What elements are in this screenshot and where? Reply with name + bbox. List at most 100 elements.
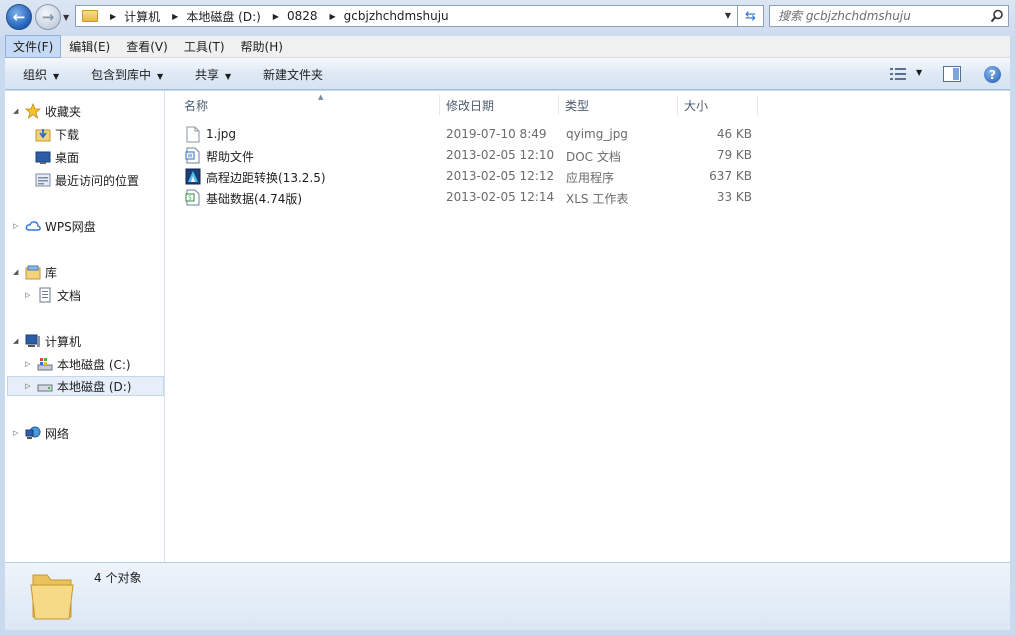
navigation-pane: ◢ 收藏夹 下载 桌面 最近访问的位置 ▷ WPS网盘 ◢ 库 ▷ 文档 ◢ 计… <box>5 91 165 562</box>
svg-text:S: S <box>188 196 191 202</box>
collapsed-icon[interactable]: ▷ <box>13 429 21 437</box>
file-type: 应用程序 <box>566 171 615 185</box>
preview-pane-icon[interactable] <box>943 66 961 82</box>
include-in-library-button[interactable]: 包含到库中 ▼ <box>91 66 163 83</box>
nav-computer[interactable]: ◢ 计算机 <box>13 331 81 351</box>
view-options-icon[interactable] <box>889 67 907 81</box>
menu-edit[interactable]: 编辑(E) <box>61 35 118 58</box>
file-name: 高程边距转换(13.2.5) <box>206 171 326 185</box>
column-header-type[interactable]: 类型 <box>559 95 678 115</box>
collapsed-icon[interactable]: ▷ <box>25 291 33 299</box>
nav-network[interactable]: ▷ 网络 <box>13 423 69 443</box>
content-area: ◢ 收藏夹 下载 桌面 最近访问的位置 ▷ WPS网盘 ◢ 库 ▷ 文档 ◢ 计… <box>5 91 1010 562</box>
file-size: 46 KB <box>716 127 752 141</box>
folder-icon <box>30 574 74 620</box>
drive-icon <box>37 384 53 392</box>
svg-text:W: W <box>188 154 193 160</box>
file-size: 79 KB <box>716 148 752 162</box>
help-icon[interactable]: ? <box>984 66 1001 83</box>
address-input[interactable]: ▶ 计算机 ▶ 本地磁盘 (D:) ▶ 0828 ▶ gcbjzhchdmshuju ▼ <box>75 5 738 27</box>
view-dropdown[interactable]: ▼ <box>916 68 922 77</box>
menu-file[interactable]: 文件(F) <box>5 35 62 58</box>
network-icon <box>25 426 41 439</box>
nav-drive-c[interactable]: ▷ 本地磁盘 (C:) <box>25 354 131 374</box>
column-header-date[interactable]: 修改日期 <box>440 95 559 115</box>
column-header-size[interactable]: 大小 <box>678 95 758 115</box>
column-header-name[interactable]: 名称 ▲ <box>178 93 440 115</box>
refresh-button[interactable]: ⇆ <box>738 5 764 27</box>
file-name: 1.jpg <box>206 127 237 141</box>
address-history-dropdown[interactable]: ▼ <box>725 11 731 20</box>
app-icon <box>185 168 201 185</box>
file-type: XLS 工作表 <box>566 192 629 206</box>
menu-tools[interactable]: 工具(T) <box>176 35 233 58</box>
item-count: 4 个对象 <box>94 571 142 585</box>
file-list: 名称 ▲ 修改日期 类型 大小 1.jpg 2019-07-10 8:49 qy… <box>166 91 1010 562</box>
collapsed-icon[interactable]: ▷ <box>25 360 33 368</box>
file-row[interactable]: W 帮助文件 2013-02-05 12:10 DOC 文档 79 KB <box>180 145 760 166</box>
search-input[interactable] <box>778 9 988 23</box>
nav-downloads[interactable]: 下载 <box>35 124 79 144</box>
blank-file-icon <box>186 126 200 143</box>
file-row[interactable]: 高程边距转换(13.2.5) 2013-02-05 12:12 应用程序 637… <box>180 166 760 187</box>
file-name: 帮助文件 <box>206 150 255 164</box>
collapsed-icon[interactable]: ▷ <box>25 382 33 390</box>
new-folder-button[interactable]: 新建文件夹 <box>263 66 323 83</box>
file-row[interactable]: S 基础数据(4.74版) 2013-02-05 12:14 XLS 工作表 3… <box>180 187 760 208</box>
nav-libraries[interactable]: ◢ 库 <box>13 262 57 282</box>
desktop-icon <box>35 151 51 164</box>
breadcrumb-computer[interactable]: ▶ 计算机 <box>98 8 160 25</box>
star-icon <box>25 103 41 119</box>
file-date: 2019-07-10 8:49 <box>446 127 547 141</box>
nav-recent-places[interactable]: 最近访问的位置 <box>35 170 139 190</box>
share-button[interactable]: 共享 ▼ <box>195 66 231 83</box>
command-bar: 组织 ▼ 包含到库中 ▼ 共享 ▼ 新建文件夹 ▼ ? <box>5 58 1010 90</box>
expanded-icon[interactable]: ◢ <box>13 107 21 115</box>
file-date: 2013-02-05 12:12 <box>446 169 555 183</box>
chevron-down-icon: ▼ <box>225 72 232 81</box>
menu-bar: 文件(F) 编辑(E) 查看(V) 工具(T) 帮助(H) <box>5 35 1010 58</box>
nav-wps-cloud[interactable]: ▷ WPS网盘 <box>13 216 96 236</box>
details-pane: 4 个对象 <box>5 562 1010 630</box>
file-name: 基础数据(4.74版) <box>206 192 303 206</box>
file-date: 2013-02-05 12:10 <box>446 148 555 162</box>
file-size: 33 KB <box>716 190 752 204</box>
recent-pages-dropdown[interactable]: ▼ <box>63 13 69 22</box>
xls-file-icon: S <box>185 189 200 206</box>
nav-drive-d[interactable]: ▷ 本地磁盘 (D:) <box>7 376 164 396</box>
forward-button[interactable]: → <box>35 4 61 30</box>
search-icon[interactable] <box>990 9 1004 23</box>
breadcrumb-0828[interactable]: ▶ 0828 <box>261 9 318 23</box>
file-date: 2013-02-05 12:14 <box>446 190 555 204</box>
breadcrumb-drive-d[interactable]: ▶ 本地磁盘 (D:) <box>160 8 261 25</box>
file-type: DOC 文档 <box>566 150 621 164</box>
doc-file-icon: W <box>185 147 200 164</box>
expanded-icon[interactable]: ◢ <box>13 337 21 345</box>
nav-desktop[interactable]: 桌面 <box>35 147 79 167</box>
organize-button[interactable]: 组织 ▼ <box>23 66 59 83</box>
nav-documents[interactable]: ▷ 文档 <box>25 285 81 305</box>
menu-view[interactable]: 查看(V) <box>118 35 176 58</box>
chevron-down-icon: ▼ <box>53 72 60 81</box>
sort-ascending-icon: ▲ <box>318 93 324 101</box>
downloads-folder-icon <box>35 129 51 142</box>
folder-icon <box>82 10 98 22</box>
library-icon <box>25 265 41 280</box>
chevron-down-icon: ▼ <box>157 72 164 81</box>
breadcrumb-current-folder[interactable]: ▶ gcbjzhchdmshuju <box>318 9 449 23</box>
back-button[interactable]: ← <box>6 4 32 30</box>
recent-places-icon <box>35 173 51 187</box>
collapsed-icon[interactable]: ▷ <box>13 222 21 230</box>
documents-icon <box>39 287 51 303</box>
cloud-icon <box>25 221 41 231</box>
expanded-icon[interactable]: ◢ <box>13 268 21 276</box>
file-row[interactable]: 1.jpg 2019-07-10 8:49 qyimg_jpg 46 KB <box>180 124 760 145</box>
address-bar-row: ← → ▼ ▶ 计算机 ▶ 本地磁盘 (D:) ▶ 0828 ▶ gcbjzhchdms… <box>0 0 1015 36</box>
system-drive-icon <box>37 358 53 371</box>
file-size: 637 KB <box>709 169 752 183</box>
search-box <box>769 5 1009 27</box>
nav-favorites[interactable]: ◢ 收藏夹 <box>13 101 81 121</box>
file-type: qyimg_jpg <box>566 127 628 141</box>
computer-icon <box>25 334 40 347</box>
menu-help[interactable]: 帮助(H) <box>233 35 291 58</box>
